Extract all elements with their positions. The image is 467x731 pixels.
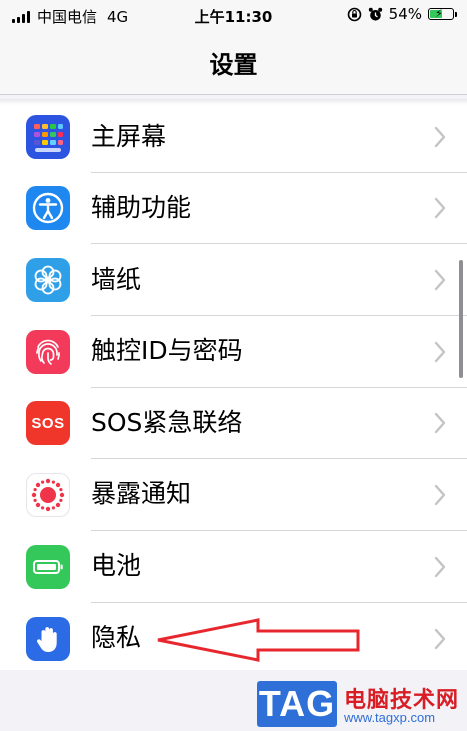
watermark-logo: TAG [257, 681, 337, 727]
annotation-arrow-icon [157, 618, 360, 662]
watermark: TAG 电脑技术网 www.tagxp.com [252, 678, 467, 731]
watermark-url: www.tagxp.com [344, 710, 436, 725]
